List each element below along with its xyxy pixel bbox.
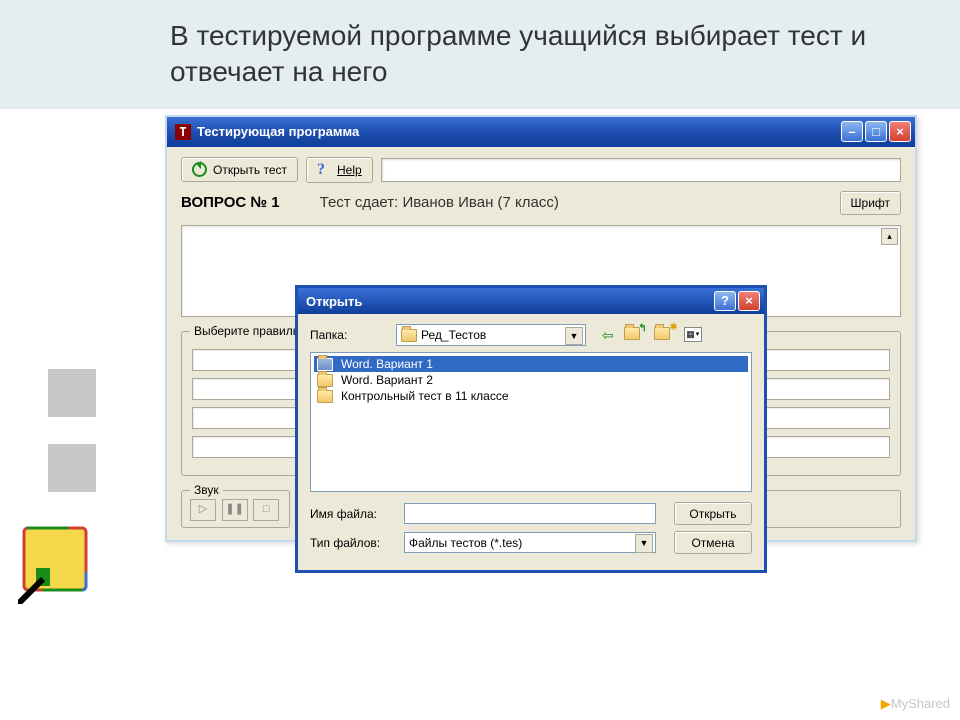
decorative-square xyxy=(48,369,96,417)
dialog-close-button[interactable]: × xyxy=(738,291,760,311)
folder-icon xyxy=(401,329,417,342)
student-status: Тест сдает: Иванов Иван (7 класс) xyxy=(320,194,840,211)
nav-up-icon[interactable] xyxy=(624,327,644,344)
dialog-titlebar[interactable]: Открыть ? × xyxy=(298,288,764,314)
dialog-help-button[interactable]: ? xyxy=(714,291,736,311)
stop-button[interactable]: □ xyxy=(253,499,279,521)
open-dialog: Открыть ? × Папка: Ред_Тестов ⇦ ▦ Word. … xyxy=(295,285,767,573)
titlebar[interactable]: T Тестирующая программа – □ × xyxy=(167,117,915,147)
help-label: Help xyxy=(337,163,362,177)
toolbar-status xyxy=(381,158,901,182)
folder-dropdown[interactable]: Ред_Тестов xyxy=(396,324,586,346)
window-title: Тестирующая программа xyxy=(197,124,841,139)
file-item[interactable]: Контрольный тест в 11 классе xyxy=(314,388,748,404)
scroll-up-button[interactable]: ▴ xyxy=(881,228,898,245)
minimize-button[interactable]: – xyxy=(841,121,863,142)
open-test-button[interactable]: Открыть тест xyxy=(181,157,298,182)
play-button[interactable]: ▷ xyxy=(190,499,216,521)
filetype-value: Файлы тестов (*.tes) xyxy=(409,536,522,550)
cancel-button[interactable]: Отмена xyxy=(674,531,752,554)
filename-label: Имя файла: xyxy=(310,507,396,521)
open-test-label: Открыть тест xyxy=(213,163,287,177)
nav-newfolder-icon[interactable] xyxy=(654,327,674,344)
folder-icon xyxy=(317,358,333,371)
sound-group: Звук ▷ ❚❚ □ xyxy=(181,490,290,528)
floppy-icon xyxy=(18,524,98,604)
open-button[interactable]: Открыть xyxy=(674,502,752,525)
file-name: Word. Вариант 1 xyxy=(341,357,433,371)
current-folder: Ред_Тестов xyxy=(421,328,486,342)
file-item[interactable]: Word. Вариант 1 xyxy=(314,356,748,372)
refresh-icon xyxy=(192,162,207,177)
maximize-button[interactable]: □ xyxy=(865,121,887,142)
close-button[interactable]: × xyxy=(889,121,911,142)
slide-header: В тестируемой программе учащийся выбирае… xyxy=(0,0,960,109)
help-icon xyxy=(317,162,331,178)
file-item[interactable]: Word. Вариант 2 xyxy=(314,372,748,388)
question-number: ВОПРОС № 1 xyxy=(181,194,280,211)
filetype-label: Тип файлов: xyxy=(310,536,396,550)
help-button[interactable]: Help xyxy=(306,157,373,183)
folder-icon xyxy=(317,374,333,387)
nav-back-icon[interactable]: ⇦ xyxy=(602,327,614,344)
folder-icon xyxy=(317,390,333,403)
dialog-title: Открыть xyxy=(306,294,714,309)
pause-button[interactable]: ❚❚ xyxy=(222,499,248,521)
watermark: ▶MyShared xyxy=(881,696,950,712)
folder-label: Папка: xyxy=(310,328,388,342)
filetype-dropdown[interactable]: Файлы тестов (*.tes) xyxy=(404,532,656,553)
decorative-square xyxy=(48,444,96,492)
file-name: Word. Вариант 2 xyxy=(341,373,433,387)
file-name: Контрольный тест в 11 классе xyxy=(341,389,509,403)
filename-input[interactable] xyxy=(404,503,656,524)
file-list[interactable]: Word. Вариант 1 Word. Вариант 2 Контроль… xyxy=(310,352,752,492)
nav-view-icon[interactable]: ▦ xyxy=(684,327,702,342)
slide-title: В тестируемой программе учащийся выбирае… xyxy=(170,18,960,91)
sound-legend: Звук xyxy=(190,483,223,497)
font-button[interactable]: Шрифт xyxy=(840,191,901,215)
app-icon: T xyxy=(175,124,191,140)
